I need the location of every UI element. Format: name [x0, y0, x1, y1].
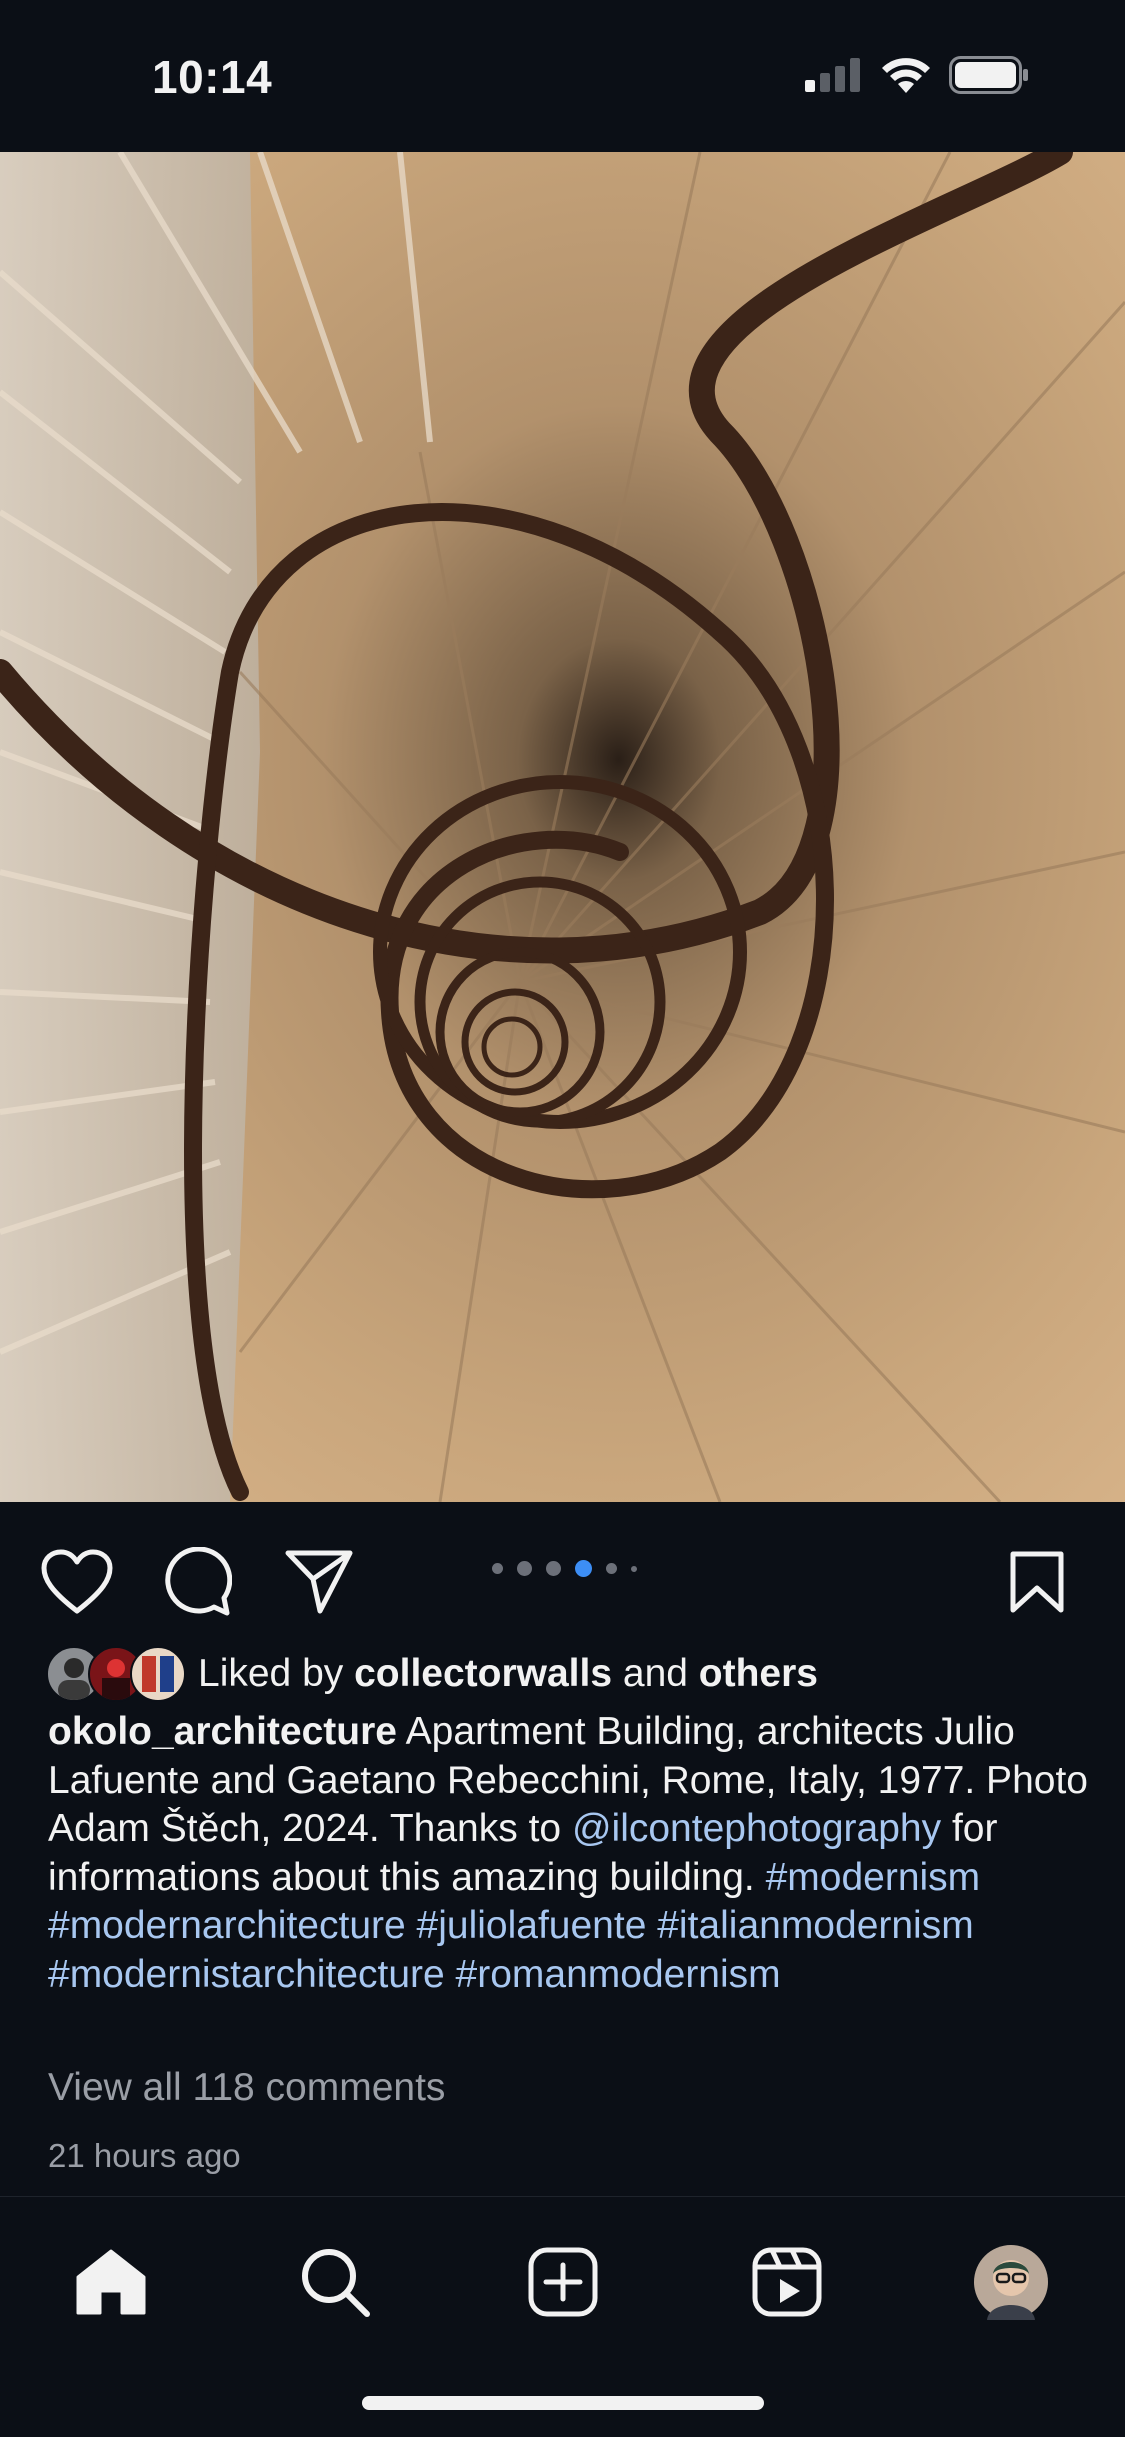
carousel-dot [631, 1565, 637, 1572]
battery-icon [949, 56, 1028, 94]
avatar [130, 1646, 186, 1702]
hashtag[interactable]: #modernism [766, 1856, 981, 1899]
nav-search[interactable] [290, 2237, 380, 2327]
share-button[interactable] [282, 1545, 356, 1619]
carousel-dot [492, 1563, 503, 1574]
status-bar: 10:14 [0, 0, 1125, 152]
nav-profile[interactable] [966, 2237, 1056, 2327]
carousel-dot-active [575, 1560, 592, 1577]
carousel-dot [546, 1561, 561, 1576]
carousel-dot [517, 1561, 532, 1576]
send-icon [285, 1550, 353, 1614]
carousel-dot [606, 1563, 617, 1574]
profile-avatar [974, 2245, 1048, 2320]
create-icon [528, 2247, 598, 2317]
hashtag[interactable]: #modernistarchitecture [48, 1953, 445, 1996]
search-icon [302, 2249, 370, 2317]
post-caption: okolo_architecture Apartment Building, a… [48, 1708, 1088, 1999]
liked-by-user[interactable]: collectorwalls [354, 1652, 612, 1696]
caption-mention[interactable]: @ilcontephotography [572, 1807, 941, 1850]
nav-home[interactable] [66, 2237, 156, 2327]
heart-icon [41, 1549, 113, 1614]
view-comments-link[interactable]: View all 118 comments [48, 2066, 445, 2110]
nav-reels[interactable] [742, 2237, 832, 2327]
save-button[interactable] [1000, 1545, 1074, 1619]
spiral-staircase-photo [0, 152, 1125, 1502]
nav-create[interactable] [518, 2237, 608, 2327]
home-icon [76, 2249, 146, 2315]
comment-icon [165, 1547, 232, 1616]
carousel-indicator [492, 1560, 637, 1577]
hashtag[interactable]: #romanmodernism [456, 1953, 781, 1996]
wifi-icon [882, 58, 930, 93]
like-button[interactable] [40, 1545, 114, 1619]
post-photo[interactable] [0, 152, 1125, 1502]
reels-icon [752, 2247, 822, 2317]
caption-username[interactable]: okolo_architecture [48, 1710, 397, 1753]
bookmark-icon [1010, 1551, 1064, 1613]
cellular-signal-icon [805, 58, 860, 92]
status-icons [805, 56, 1029, 94]
hashtag[interactable]: #italianmodernism [657, 1904, 973, 1947]
hashtag[interactable]: #modernarchitecture [48, 1904, 406, 1947]
liked-by-others[interactable]: others [699, 1652, 818, 1696]
liked-by[interactable]: Liked by collectorwalls and others [46, 1644, 818, 1704]
liked-by-prefix: Liked by [198, 1652, 355, 1695]
home-indicator [362, 2396, 764, 2410]
post-timestamp: 21 hours ago [48, 2137, 241, 2174]
hashtag[interactable]: #juliolafuente [417, 1904, 647, 1947]
status-time: 10:14 [152, 51, 273, 103]
liked-by-middle: and [612, 1652, 699, 1695]
liker-avatars [46, 1646, 186, 1702]
comment-button[interactable] [160, 1545, 234, 1619]
